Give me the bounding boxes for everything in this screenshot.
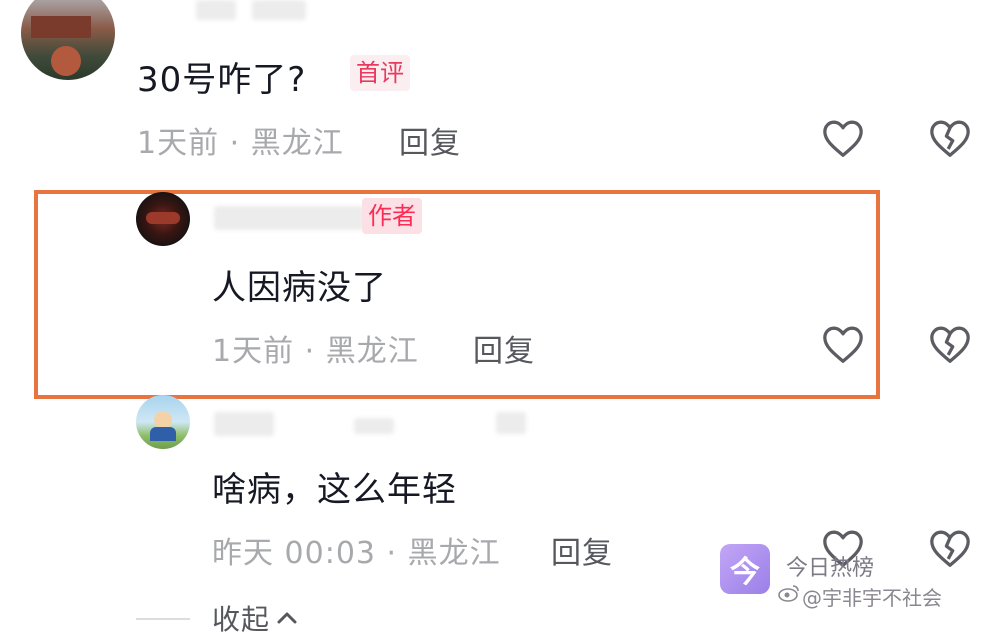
weibo-icon: [778, 584, 800, 602]
heart-outline-icon[interactable]: [819, 114, 867, 162]
comment-item: 作者 人因病没了 1天前 · 黑龙江 回复: [0, 180, 1006, 400]
redacted-username: [354, 418, 394, 434]
watermark-logo: 今: [720, 544, 770, 594]
reply-button[interactable]: 回复: [399, 118, 461, 162]
watermark-handle: @宇非宇不社会: [802, 586, 942, 610]
comment-text: 30号咋了?: [137, 60, 307, 100]
collapse-label: 收起: [212, 603, 271, 636]
redacted-username: [214, 206, 364, 230]
collapse-divider: [136, 618, 190, 620]
commenter-avatar[interactable]: [136, 192, 190, 246]
comment-meta: 1天前 · 黑龙江: [137, 126, 344, 161]
reply-button[interactable]: 回复: [473, 326, 535, 370]
comment-item: 30号咋了? 首评 1天前 · 黑龙江 回复: [0, 0, 1006, 180]
collapse-button[interactable]: 收起: [212, 598, 298, 638]
author-badge: 作者: [362, 198, 422, 234]
broken-heart-icon[interactable]: [926, 114, 974, 162]
reply-button[interactable]: 回复: [551, 528, 613, 572]
heart-outline-icon[interactable]: [819, 320, 867, 368]
comment-meta: 昨天 00:03 · 黑龙江: [212, 536, 501, 571]
watermark: 今 今日热榜 @宇非宇不社会: [720, 544, 1000, 614]
comment-meta: 1天前 · 黑龙江: [212, 334, 419, 369]
comment-text: 人因病没了: [212, 268, 387, 308]
redacted-username: [496, 412, 526, 434]
commenter-avatar[interactable]: [136, 395, 190, 449]
redacted-username: [252, 0, 306, 20]
comment-text: 啥病，这么年轻: [212, 470, 457, 510]
redacted-username: [214, 412, 274, 436]
first-comment-badge: 首评: [350, 55, 410, 91]
commenter-avatar[interactable]: [21, 0, 115, 80]
watermark-brand: 今日热榜: [786, 556, 875, 581]
redacted-username: [196, 0, 236, 20]
broken-heart-icon[interactable]: [926, 320, 974, 368]
chevron-up-icon: [277, 612, 297, 624]
